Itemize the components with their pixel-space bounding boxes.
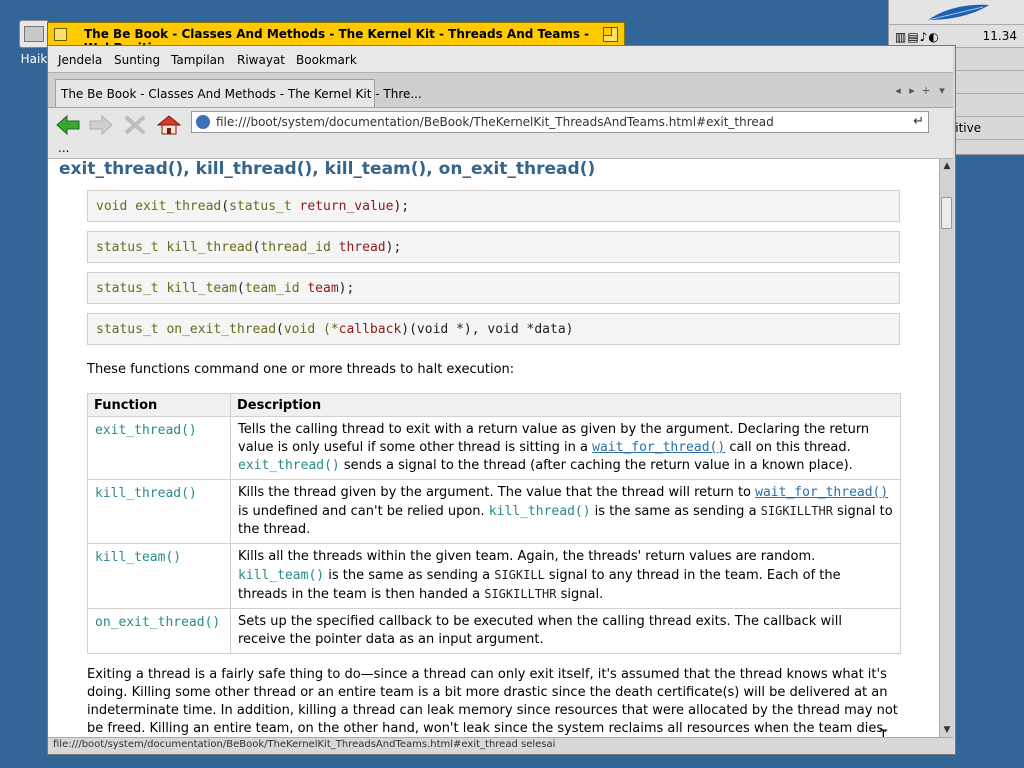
browser-window: Jendela Sunting Tampilan Riwayat Bookmar… (47, 45, 956, 755)
deskbar-menu[interactable] (889, 0, 1024, 25)
menu-bookmark[interactable]: Bookmark (296, 53, 357, 67)
home-button[interactable] (156, 114, 184, 138)
stop-button[interactable] (122, 114, 150, 138)
nav-toolbar: file:///boot/system/documentation/BeBook… (48, 108, 953, 138)
table-row: kill_thread() Kills the thread given by … (87, 479, 901, 544)
go-enter-icon[interactable]: ↵ (913, 114, 924, 129)
zoom-icon[interactable] (603, 27, 618, 42)
table-header: Function (87, 393, 231, 417)
table-row: kill_team() Kills all the threads within… (87, 543, 901, 609)
signature-code: status_t on_exit_thread(void (*callback)… (96, 322, 574, 337)
signature-box: status_t on_exit_thread(void (*callback)… (87, 313, 900, 345)
bookmark-overflow[interactable]: ... (58, 141, 69, 155)
function-link[interactable]: kill_thread() (87, 479, 231, 544)
bookmark-bar: ... (48, 138, 953, 159)
window-title-tab[interactable]: The Be Book - Classes And Methods - The … (47, 22, 625, 55)
page-title: exit_thread(), kill_thread(), kill_team(… (59, 159, 596, 179)
wait-for-thread-link[interactable]: wait_for_thread() (755, 485, 888, 500)
tab-menu-icon[interactable]: ▾ (934, 83, 950, 99)
closing-paragraph: Exiting a thread is a fairly safe thing … (87, 667, 898, 736)
stop-x-icon (124, 115, 146, 135)
scroll-down-icon[interactable]: ▼ (941, 724, 953, 736)
tab-be-book[interactable]: The Be Book - Classes And Methods - The … (55, 79, 422, 107)
signature-box: status_t kill_thread(thread_id thread); (87, 231, 900, 263)
menu-tampilan[interactable]: Tampilan (171, 53, 225, 67)
globe-icon (196, 115, 210, 129)
vertical-scrollbar[interactable]: ▲ ▼ (939, 159, 953, 737)
signature-box: status_t kill_team(team_id team); (87, 272, 900, 304)
table-header-row: Function Description (87, 393, 901, 417)
function-link[interactable]: exit_thread() (87, 416, 231, 480)
intro-text: These functions command one or more thre… (87, 362, 515, 377)
menu-jendela[interactable]: Jendela (58, 53, 102, 67)
url-bar[interactable]: file:///boot/system/documentation/BeBook… (191, 111, 929, 133)
close-icon[interactable] (54, 28, 67, 41)
table-header: Description (230, 393, 901, 417)
function-description: Sets up the specified callback to be exe… (230, 608, 901, 654)
page-content: exit_thread(), kill_thread(), kill_team(… (48, 159, 939, 737)
menu-sunting[interactable]: Sunting (114, 53, 160, 67)
status-text: file:///boot/system/documentation/BeBook… (53, 739, 556, 750)
function-description: Kills the thread given by the argument. … (230, 479, 901, 544)
function-table: Function Description exit_thread() Tells… (87, 393, 901, 654)
clock[interactable]: 11.34 (983, 29, 1017, 43)
table-row: exit_thread() Tells the calling thread t… (87, 416, 901, 480)
desktop-icon-label: Haik (20, 52, 48, 66)
signature-code: void exit_thread(status_t return_value); (96, 199, 410, 214)
tab-bar: The Be Book - Classes And Methods - The … (48, 73, 953, 108)
forward-button[interactable] (88, 114, 116, 138)
tray-icons[interactable]: ▥▤♪◐ (895, 30, 940, 44)
haiku-leaf-icon (927, 4, 989, 21)
new-tab-icon[interactable]: + (918, 83, 934, 99)
wait-for-thread-link[interactable]: wait_for_thread() (592, 440, 725, 455)
scroll-up-icon[interactable]: ▲ (941, 160, 953, 172)
signature-code: status_t kill_thread(thread_id thread); (96, 240, 402, 255)
function-link[interactable]: on_exit_thread() (87, 608, 231, 654)
function-description: Tells the calling thread to exit with a … (230, 416, 901, 480)
signature-box: void exit_thread(status_t return_value); (87, 190, 900, 222)
text-cursor-icon: Ꮖ (879, 728, 889, 737)
back-button[interactable] (55, 114, 83, 138)
disk-icon (19, 20, 49, 48)
forward-arrow-icon (89, 114, 113, 136)
scroll-thumb[interactable] (941, 197, 952, 229)
tab-label: The Be Book - Classes And Methods - The … (61, 87, 422, 101)
menu-bar: Jendela Sunting Tampilan Riwayat Bookmar… (48, 46, 953, 73)
function-description: Kills all the threads within the given t… (230, 543, 901, 609)
signature-code: status_t kill_team(team_id team); (96, 281, 355, 296)
function-link[interactable]: kill_team() (87, 543, 231, 609)
table-row: on_exit_thread() Sets up the specified c… (87, 608, 901, 654)
back-arrow-icon (56, 114, 80, 136)
home-icon (156, 115, 182, 135)
menu-riwayat[interactable]: Riwayat (237, 53, 285, 67)
status-bar: file:///boot/system/documentation/BeBook… (48, 737, 953, 754)
url-text: file:///boot/system/documentation/BeBook… (216, 115, 774, 129)
